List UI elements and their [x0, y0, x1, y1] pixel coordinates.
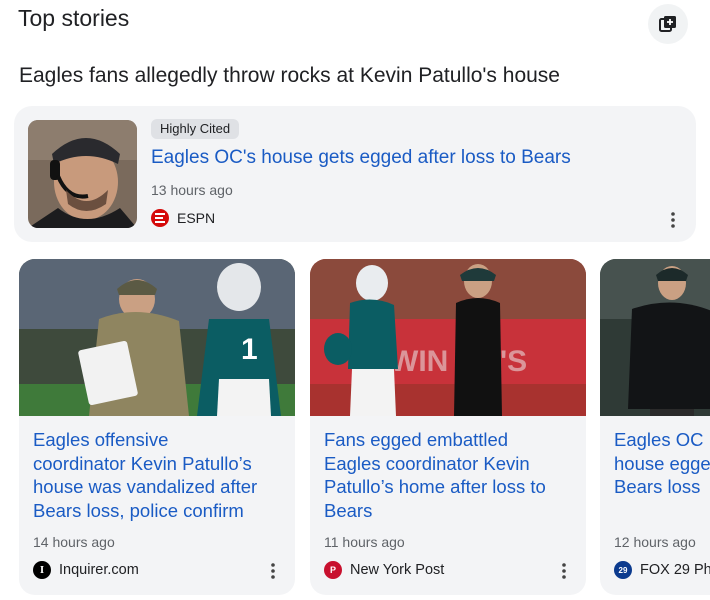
inquirer-logo-icon: I [33, 561, 51, 579]
svg-text:WIN: WIN [390, 345, 448, 378]
story-source-name: New York Post [350, 562, 445, 578]
quarterback-and-coach-photo: WIN 'S [310, 259, 586, 416]
more-options-button[interactable] [663, 210, 683, 230]
story-source: 29 FOX 29 Phi [614, 561, 710, 579]
section-title: Top stories [18, 5, 130, 31]
featured-timestamp: 13 hours ago [151, 182, 233, 198]
espn-logo-icon [151, 209, 169, 227]
highly-cited-badge: Highly Cited [151, 119, 240, 139]
add-to-collection-button[interactable] [648, 4, 688, 44]
coach-in-jacket-photo [600, 259, 710, 416]
story-headline[interactable]: Fans egged embattled Eagles coordinator … [324, 428, 546, 522]
fox29-logo-icon: 29 [614, 561, 632, 579]
story-source: I Inquirer.com [33, 561, 139, 579]
story-timestamp: 11 hours ago [324, 534, 405, 550]
story-card[interactable]: WIN 'S Fans egged embattled Eagles coord… [310, 259, 586, 595]
svg-text:1: 1 [241, 333, 258, 366]
svg-text:'S: 'S [500, 345, 527, 378]
story-headline[interactable]: Eagles offensive coordinator Kevin Patul… [33, 428, 257, 522]
featured-story-card[interactable]: Highly Cited Eagles OC's house gets egge… [14, 106, 696, 242]
featured-source-name: ESPN [177, 210, 216, 226]
add-to-collection-icon [659, 16, 676, 32]
story-card[interactable]: Eagles OC house egge Bears loss 12 hours… [600, 259, 710, 595]
more-options-button[interactable] [554, 561, 574, 581]
story-source-name: FOX 29 Phi [640, 562, 710, 578]
more-options-button[interactable] [263, 561, 283, 581]
story-headline[interactable]: Eagles OC house egge Bears loss [614, 428, 710, 499]
story-card[interactable]: 1 Eagles offensive coordinator Kevin Pat… [19, 259, 295, 595]
story-timestamp: 12 hours ago [614, 534, 696, 550]
coach-on-sideline-photo: 1 [19, 259, 295, 416]
more-vert-icon [271, 563, 275, 579]
featured-source: ESPN [151, 209, 215, 227]
topic-heading[interactable]: Eagles fans allegedly throw rocks at Kev… [19, 64, 560, 88]
more-vert-icon [562, 563, 566, 579]
more-vert-icon [671, 212, 675, 228]
story-source: P New York Post [324, 561, 444, 579]
featured-headline[interactable]: Eagles OC's house gets egged after loss … [151, 147, 671, 169]
new-york-post-logo-icon: P [324, 561, 342, 579]
coach-headset-photo [28, 120, 137, 228]
story-source-name: Inquirer.com [59, 562, 139, 578]
story-timestamp: 14 hours ago [33, 534, 115, 550]
